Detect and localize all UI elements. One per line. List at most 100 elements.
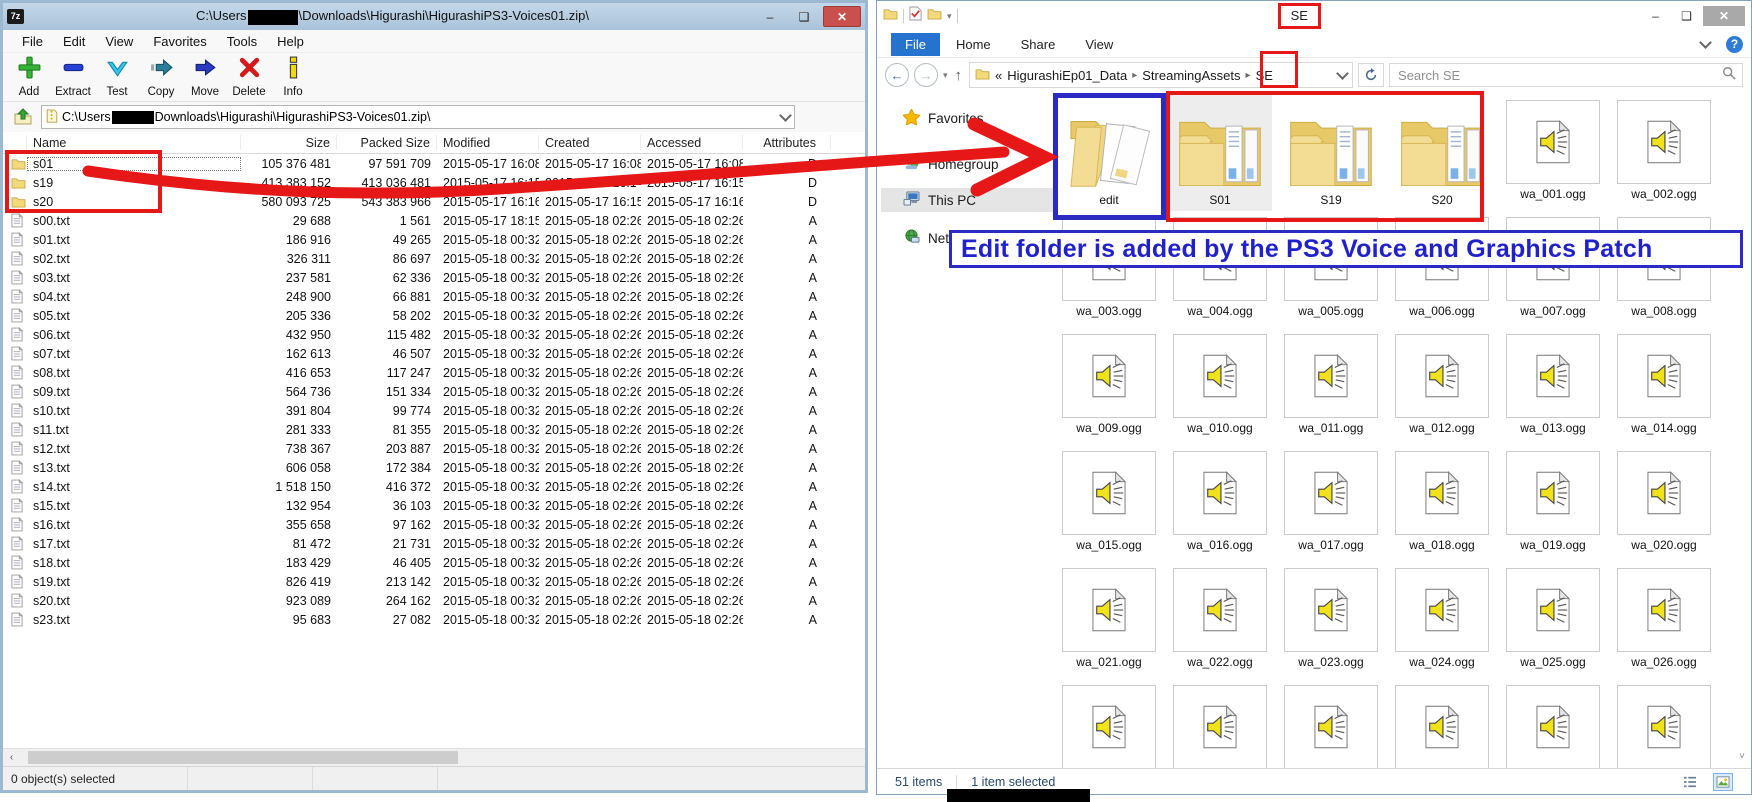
breadcrumb-overflow[interactable]: «: [995, 68, 1002, 83]
menu-item-favorites[interactable]: Favorites: [144, 32, 215, 51]
zip-row[interactable]: s19413 383 152413 036 4812015-05-17 16:1…: [3, 173, 865, 192]
properties-icon[interactable]: [909, 6, 922, 26]
zip-row[interactable]: s03.txt237 58162 3362015-05-18 00:322015…: [3, 268, 865, 287]
file-item[interactable]: wa_015.ogg: [1057, 445, 1161, 562]
file-item[interactable]: wa_014.ogg: [1612, 328, 1716, 445]
menu-item-file[interactable]: File: [13, 32, 52, 51]
file-item[interactable]: wa_004.ogg: [1168, 211, 1272, 328]
search-input[interactable]: [1396, 67, 1722, 84]
file-item[interactable]: wa_011.ogg: [1279, 328, 1383, 445]
scroll-left-icon[interactable]: ‹: [3, 752, 20, 763]
qat-dropdown-icon[interactable]: ▾: [947, 11, 952, 22]
file-item[interactable]: wa_018.ogg: [1390, 445, 1494, 562]
folder-item[interactable]: S19: [1279, 94, 1383, 211]
file-item[interactable]: wa_026.ogg: [1612, 562, 1716, 679]
zip-row[interactable]: s08.txt416 653117 2472015-05-18 00:32201…: [3, 363, 865, 382]
toolbar-extract-button[interactable]: Extract: [53, 53, 93, 98]
menu-item-edit[interactable]: Edit: [54, 32, 94, 51]
zip-row[interactable]: s17.txt81 47221 7312015-05-18 00:322015-…: [3, 534, 865, 553]
zip-row[interactable]: s01.txt186 91649 2652015-05-18 00:322015…: [3, 230, 865, 249]
breadcrumb-item-1[interactable]: HigurashiEp01_Data: [1007, 68, 1127, 83]
file-item[interactable]: [1390, 679, 1494, 768]
zip-row[interactable]: s10.txt391 80499 7742015-05-18 00:322015…: [3, 401, 865, 420]
breadcrumb[interactable]: « HigurashiEp01_Data ▸ StreamingAssets ▸…: [969, 62, 1353, 88]
file-item[interactable]: wa_017.ogg: [1279, 445, 1383, 562]
column-header-attributes[interactable]: Attributes: [743, 135, 831, 150]
7zip-maximize-button[interactable]: ❑: [789, 7, 819, 26]
file-item[interactable]: wa_022.ogg: [1168, 562, 1272, 679]
explorer-maximize-button[interactable]: ❑: [1672, 6, 1701, 26]
forward-button[interactable]: →: [914, 63, 938, 87]
zip-row[interactable]: s20580 093 725543 383 9662015-05-17 16:1…: [3, 192, 865, 211]
tab-home[interactable]: Home: [942, 33, 1005, 56]
ribbon-collapse-icon[interactable]: [1699, 36, 1712, 49]
tab-file[interactable]: File: [891, 33, 940, 56]
zip-row[interactable]: s19.txt826 419213 1422015-05-18 00:32201…: [3, 572, 865, 591]
toolbar-test-button[interactable]: Test: [97, 53, 137, 98]
explorer-close-button[interactable]: ✕: [1703, 6, 1745, 26]
zip-row[interactable]: s07.txt162 61346 5072015-05-18 00:322015…: [3, 344, 865, 363]
file-item[interactable]: wa_009.ogg: [1057, 328, 1161, 445]
explorer-minimize-button[interactable]: –: [1641, 6, 1670, 26]
7zip-column-headers[interactable]: Name Size Packed Size Modified Created A…: [3, 132, 865, 154]
sidebar-item-favorites[interactable]: Favorites: [881, 106, 1043, 130]
zip-row[interactable]: s02.txt326 31186 6972015-05-18 00:322015…: [3, 249, 865, 268]
folder-item[interactable]: S01: [1168, 94, 1272, 211]
folder-item[interactable]: S20: [1390, 94, 1494, 211]
file-item[interactable]: wa_013.ogg: [1501, 328, 1605, 445]
file-item[interactable]: [1612, 679, 1716, 768]
file-item[interactable]: [1501, 679, 1605, 768]
breadcrumb-item-3[interactable]: SE: [1256, 68, 1273, 83]
chevron-down-icon[interactable]: [779, 109, 792, 122]
toolbar-add-button[interactable]: Add: [9, 53, 49, 98]
file-item[interactable]: wa_003.ogg: [1057, 211, 1161, 328]
menu-item-tools[interactable]: Tools: [218, 32, 266, 51]
sidebar-item-network[interactable]: Network: [881, 226, 1043, 250]
back-button[interactable]: ←: [885, 63, 909, 87]
7zip-close-button[interactable]: ✕: [823, 6, 861, 27]
menu-item-help[interactable]: Help: [268, 32, 313, 51]
thumbnail-view-icon[interactable]: [1713, 773, 1733, 791]
explorer-title-bar[interactable]: ▾ SE – ❑ ✕: [877, 1, 1751, 31]
file-item[interactable]: wa_024.ogg: [1390, 562, 1494, 679]
menu-item-view[interactable]: View: [96, 32, 142, 51]
file-item[interactable]: wa_007.ogg: [1501, 211, 1605, 328]
refresh-button[interactable]: [1358, 63, 1384, 87]
zip-row[interactable]: s06.txt432 950115 4822015-05-18 00:32201…: [3, 325, 865, 344]
file-item[interactable]: wa_005.ogg: [1279, 211, 1383, 328]
new-folder-icon[interactable]: [927, 7, 942, 25]
column-header-modified[interactable]: Modified: [437, 135, 539, 150]
up-button[interactable]: ↑: [955, 67, 963, 84]
up-folder-button[interactable]: [11, 106, 35, 128]
zip-row[interactable]: s20.txt923 089264 1622015-05-18 00:32201…: [3, 591, 865, 610]
file-item[interactable]: wa_006.ogg: [1390, 211, 1494, 328]
file-item[interactable]: [1057, 679, 1161, 768]
file-item[interactable]: wa_020.ogg: [1612, 445, 1716, 562]
scrollbar-thumb[interactable]: [28, 751, 458, 764]
toolbar-delete-button[interactable]: Delete: [229, 53, 269, 98]
zip-row[interactable]: s13.txt606 058172 3842015-05-18 00:32201…: [3, 458, 865, 477]
help-icon[interactable]: ?: [1726, 36, 1743, 53]
grid-scrollbar[interactable]: ˅: [1735, 751, 1749, 762]
file-item[interactable]: wa_010.ogg: [1168, 328, 1272, 445]
file-item[interactable]: wa_021.ogg: [1057, 562, 1161, 679]
file-item[interactable]: wa_002.ogg: [1612, 94, 1716, 211]
zip-row[interactable]: s04.txt248 90066 8812015-05-18 00:322015…: [3, 287, 865, 306]
file-item[interactable]: wa_023.ogg: [1279, 562, 1383, 679]
toolbar-copy-button[interactable]: Copy: [141, 53, 181, 98]
file-item[interactable]: wa_016.ogg: [1168, 445, 1272, 562]
sidebar-item-homegroup[interactable]: Homegroup: [881, 152, 1043, 176]
zip-row[interactable]: s09.txt564 736151 3342015-05-18 00:32201…: [3, 382, 865, 401]
file-item[interactable]: wa_019.ogg: [1501, 445, 1605, 562]
column-header-packed-size[interactable]: Packed Size: [337, 135, 437, 150]
details-view-icon[interactable]: [1681, 774, 1699, 790]
folder-item[interactable]: edit: [1057, 94, 1161, 211]
zip-row[interactable]: s23.txt95 68327 0822015-05-18 00:322015-…: [3, 610, 865, 629]
search-box[interactable]: [1389, 63, 1743, 87]
column-header-accessed[interactable]: Accessed: [641, 135, 743, 150]
column-header-size[interactable]: Size: [241, 135, 337, 150]
zip-row[interactable]: s12.txt738 367203 8872015-05-18 00:32201…: [3, 439, 865, 458]
file-item[interactable]: [1279, 679, 1383, 768]
file-item[interactable]: wa_012.ogg: [1390, 328, 1494, 445]
zip-row[interactable]: s11.txt281 33381 3552015-05-18 00:322015…: [3, 420, 865, 439]
